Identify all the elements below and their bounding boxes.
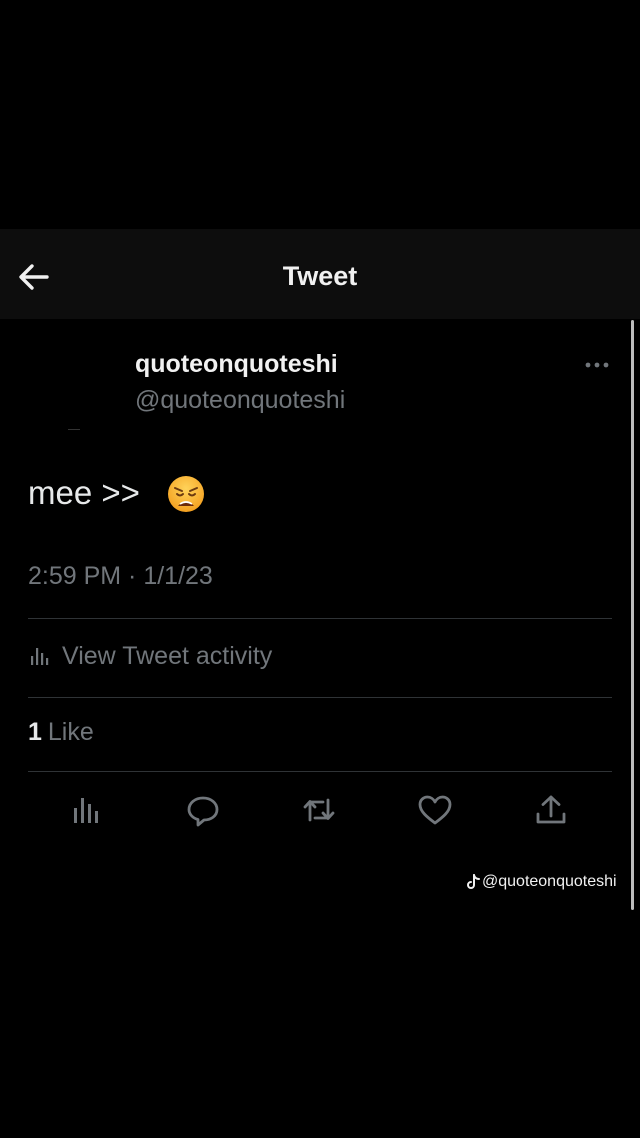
author-handle[interactable]: @quoteonquoteshi [135,386,345,415]
likes-count: 1 [28,718,42,746]
divider [28,771,612,772]
share-button[interactable] [533,792,569,828]
bar-chart-icon [74,798,98,823]
bar-chart-icon [31,648,49,665]
like-button[interactable] [417,792,453,828]
more-options-button[interactable] [580,352,614,378]
tiktok-watermark: @quoteonquoteshi [466,873,617,891]
analytics-button[interactable] [69,792,105,828]
weary-face-emoji-icon [167,475,205,513]
view-tweet-activity-link[interactable]: View Tweet activity [28,638,272,674]
likes-label: Like [47,718,94,746]
watermark-text: @quoteonquoteshi [482,873,617,890]
divider [28,697,612,698]
likes-count-link[interactable]: 1 Like [28,718,94,747]
more-horizontal-icon [585,362,609,368]
top-app-bar: Tweet [0,229,640,319]
avatar[interactable] [28,350,118,430]
tweet-timestamp[interactable]: 2:59 PM · 1/1/23 [28,562,213,591]
scrollbar[interactable] [631,320,634,910]
avatar-placeholder-mark [68,429,80,430]
activity-label: View Tweet activity [62,641,273,670]
upload-icon [536,795,566,824]
retweet-button[interactable] [301,792,337,828]
reply-button[interactable] [185,792,221,828]
tweet-text: mee >> [28,474,140,511]
divider [28,618,612,619]
retweet-icon [303,798,335,822]
page-title: Tweet [282,261,358,291]
comment-bubble-icon [187,796,219,827]
heart-icon [418,795,452,825]
tiktok-icon [467,874,480,889]
author-display-name[interactable]: quoteonquoteshi [135,350,338,379]
